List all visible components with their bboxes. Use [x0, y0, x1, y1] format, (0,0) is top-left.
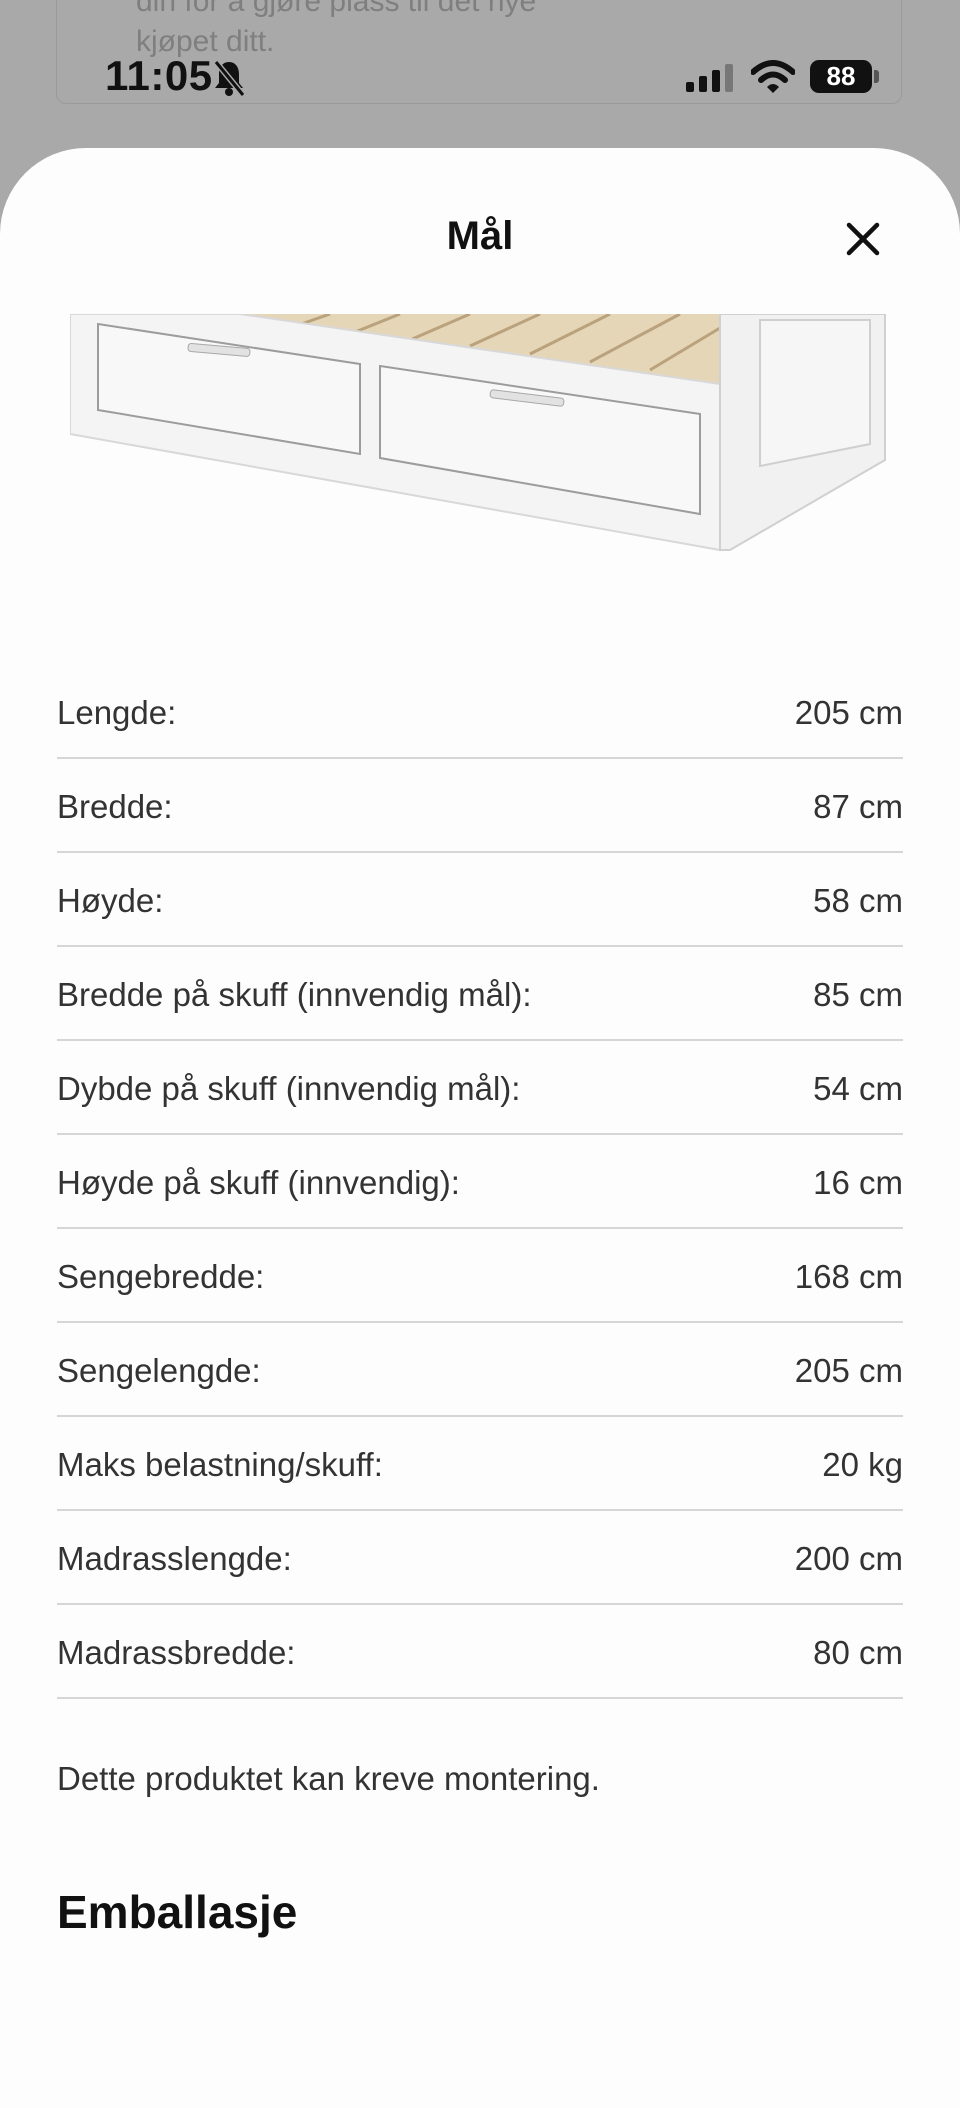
dimension-value: 54 cm [813, 1070, 903, 1107]
dimension-row: Bredde på skuff (innvendig mål): 85 cm [57, 947, 903, 1041]
dimension-row: Dybde på skuff (innvendig mål): 54 cm [57, 1041, 903, 1135]
dimension-label: Sengelengde: [57, 1352, 261, 1389]
status-bar: 11:05 88 [0, 0, 960, 150]
close-icon [846, 222, 880, 256]
dimension-row: Sengebredde: 168 cm [57, 1229, 903, 1323]
dimension-row: Madrassbredde: 80 cm [57, 1605, 903, 1699]
product-image [70, 314, 886, 552]
dimension-label: Høyde: [57, 882, 164, 919]
dimension-value: 205 cm [794, 1352, 903, 1389]
wifi-icon [750, 60, 796, 99]
dimension-row: Høyde: 58 cm [57, 853, 903, 947]
dimension-label: Sengebredde: [57, 1258, 265, 1295]
dimension-label: Bredde: [57, 788, 173, 825]
dimension-value: 16 cm [813, 1164, 903, 1201]
dimension-label: Lengde: [57, 694, 177, 731]
dimension-label: Høyde på skuff (innvendig): [57, 1164, 460, 1201]
status-time: 11:05 [105, 52, 213, 99]
dimension-value: 20 kg [822, 1446, 903, 1483]
dimension-row: Maks belastning/skuff: 20 kg [57, 1417, 903, 1511]
dimension-value: 85 cm [813, 976, 903, 1013]
dimension-value: 168 cm [794, 1258, 903, 1295]
sheet-title: Mål [446, 214, 514, 258]
dimension-label: Maks belastning/skuff: [57, 1446, 383, 1483]
dimensions-list: Lengde: 205 cm Bredde: 87 cm Høyde: 58 c… [57, 665, 903, 1699]
battery-indicator: 88 [810, 60, 872, 93]
dimension-label: Madrasslengde: [57, 1540, 292, 1577]
bell-muted-icon [212, 58, 246, 103]
dimension-label: Bredde på skuff (innvendig mål): [57, 976, 532, 1013]
assembly-note: Dette produktet kan kreve montering. [57, 1760, 600, 1797]
dimension-row: Høyde på skuff (innvendig): 16 cm [57, 1135, 903, 1229]
battery-tip [874, 70, 879, 83]
dimension-value: 58 cm [813, 882, 903, 919]
cellular-signal-icon [686, 64, 736, 97]
dimension-value: 80 cm [813, 1634, 903, 1671]
close-button[interactable] [838, 214, 888, 264]
dimension-value: 87 cm [813, 788, 903, 825]
dimension-label: Dybde på skuff (innvendig mål): [57, 1070, 521, 1107]
dimension-row: Bredde: 87 cm [57, 759, 903, 853]
packaging-heading: Emballasje [57, 1886, 298, 1938]
dimension-row: Sengelengde: 205 cm [57, 1323, 903, 1417]
dimension-row: Lengde: 205 cm [57, 665, 903, 759]
dimension-value: 200 cm [794, 1540, 903, 1577]
dimension-value: 205 cm [794, 694, 903, 731]
dimension-label: Madrassbredde: [57, 1634, 296, 1671]
dimension-row: Madrasslengde: 200 cm [57, 1511, 903, 1605]
